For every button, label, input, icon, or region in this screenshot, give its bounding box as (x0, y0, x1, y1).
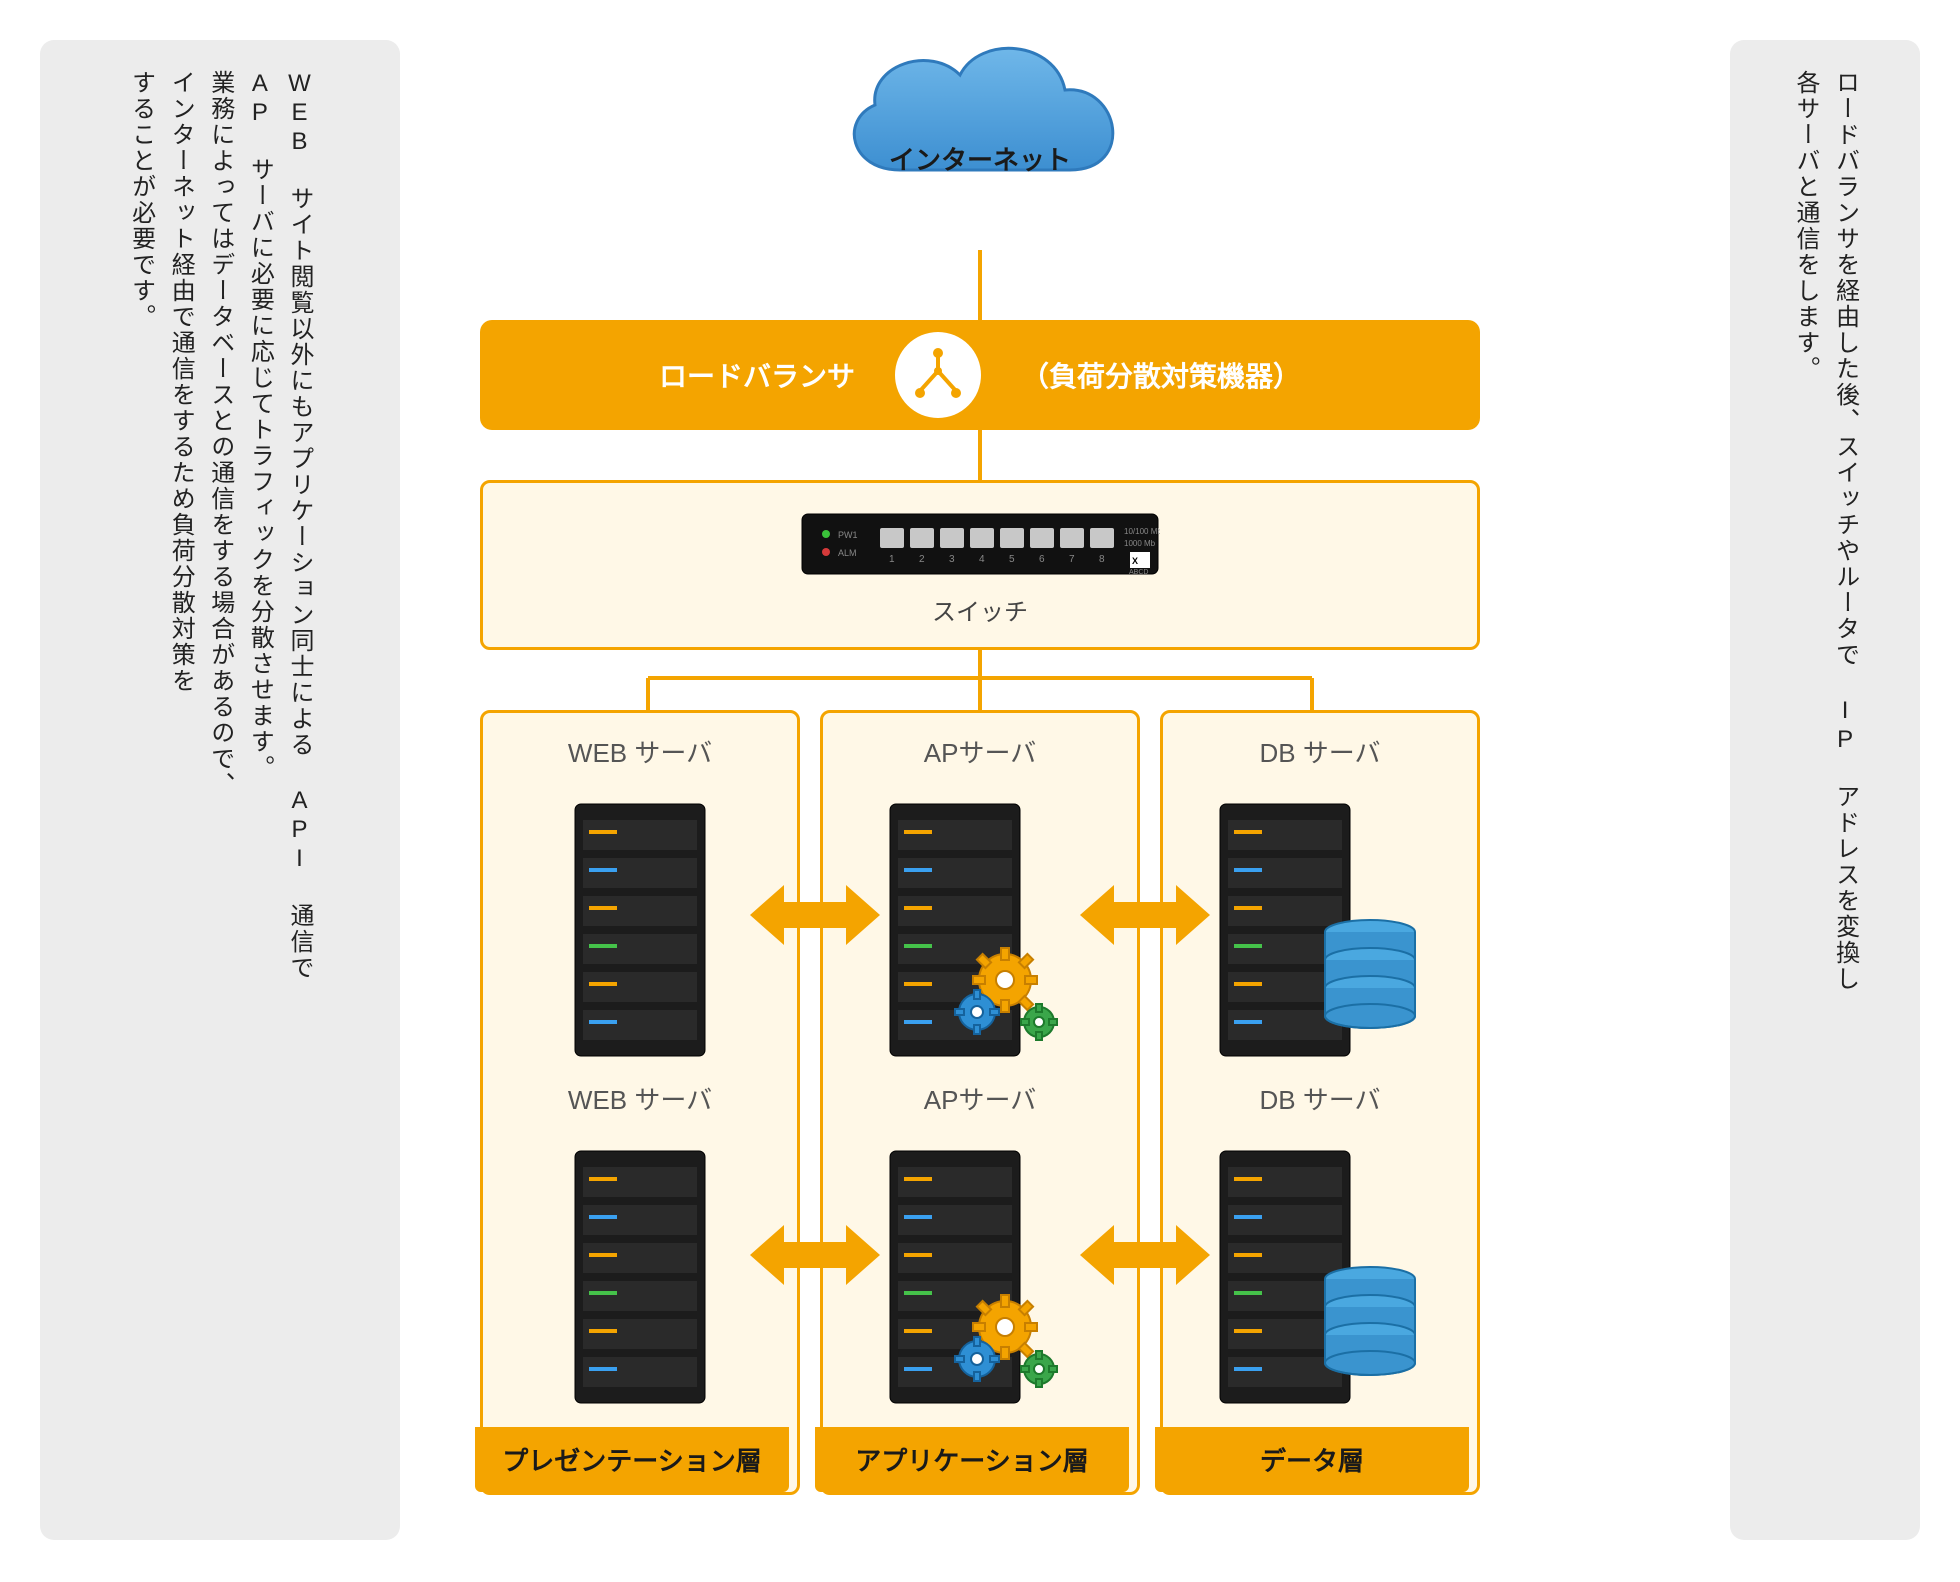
svg-text:8: 8 (1099, 554, 1105, 565)
db-server-label-1: DB サーバ (1259, 733, 1380, 770)
load-balancer-label-right: （負荷分散対策機器） (1021, 355, 1301, 395)
diagram: インターネット ロードバランサ （負荷分散対策機器） (480, 20, 1480, 1495)
annotation-left-line3: 業務によってはデータベースとの通信をする場合があるので、 (200, 70, 240, 1510)
connector-cloud-to-lb (978, 250, 982, 320)
tiers-row: WEB サーバ WEB サーバ プレゼンテーション層 (480, 710, 1480, 1495)
annotation-right-line1: ロードバランサを経由した後、スイッチやルータで IP アドレスを変換し (1825, 70, 1865, 1510)
svg-text:1: 1 (889, 554, 895, 565)
svg-text:10/100 Mb: 10/100 Mb (1124, 527, 1160, 536)
svg-text:3: 3 (949, 554, 955, 565)
switch-box: PW1 ALM 1 2 3 4 5 6 7 8 10/100 Mb 1000 M… (480, 480, 1480, 650)
annotation-left-line4: インターネット経由で通信をするため負荷分散対策を (161, 70, 201, 1510)
load-balancer-icon (895, 332, 981, 418)
svg-text:ALM: ALM (838, 548, 857, 558)
svg-text:5: 5 (1009, 554, 1015, 565)
svg-text:4: 4 (979, 554, 985, 565)
svg-text:2: 2 (919, 554, 925, 565)
web-server-label-2: WEB サーバ (568, 1080, 712, 1117)
annotation-left-line2: AP サーバに必要に応じてトラフィックを分散させます。 (240, 70, 280, 1510)
annotation-left-line5: することが必要です。 (121, 70, 161, 1510)
tier-presentation: WEB サーバ WEB サーバ プレゼンテーション層 (480, 710, 800, 1495)
svg-text:PW1: PW1 (838, 530, 858, 540)
server-rack-gears-icon (880, 1147, 1080, 1407)
switch-icon: PW1 ALM 1 2 3 4 5 6 7 8 10/100 Mb 1000 M… (800, 504, 1160, 584)
ap-server-label-2: APサーバ (924, 1080, 1036, 1117)
connector-switch-to-tiers (480, 650, 1480, 710)
tier-data-footer: データ層 (1155, 1427, 1469, 1492)
db-server-label-2: DB サーバ (1259, 1080, 1380, 1117)
tier-application: APサーバ (820, 710, 1140, 1495)
ap-server-label-1: APサーバ (924, 733, 1036, 770)
connector-lb-to-switch (978, 430, 982, 480)
server-rack-gears-icon (880, 800, 1080, 1060)
web-server-label-1: WEB サーバ (568, 733, 712, 770)
svg-text:1000 Mb: 1000 Mb (1124, 539, 1156, 548)
tier-data: DB サーバ (1160, 710, 1480, 1495)
annotation-left: WEB サイト閲覧以外にもアプリケーション同士による API 通信で AP サー… (40, 40, 400, 1540)
svg-text:6: 6 (1039, 554, 1045, 565)
svg-text:7: 7 (1069, 554, 1075, 565)
server-rack-icon (565, 1147, 715, 1407)
switch-label: スイッチ (932, 592, 1028, 627)
server-rack-db-icon (1210, 800, 1430, 1060)
tier-application-footer: アプリケーション層 (815, 1427, 1129, 1492)
load-balancer-bar: ロードバランサ （負荷分散対策機器） (480, 320, 1480, 430)
annotation-right-line2: 各サーバと通信をします。 (1785, 70, 1825, 1510)
tier-presentation-footer: プレゼンテーション層 (475, 1427, 789, 1492)
cloud-label: インターネット (480, 140, 1480, 177)
cloud-icon (820, 20, 1140, 220)
annotation-right: ロードバランサを経由した後、スイッチやルータで IP アドレスを変換し 各サーバ… (1730, 40, 1920, 1540)
svg-text:ABCD: ABCD (1129, 569, 1148, 576)
annotation-left-line1: WEB サイト閲覧以外にもアプリケーション同士による API 通信で (279, 70, 319, 1510)
server-rack-db-icon (1210, 1147, 1430, 1407)
server-rack-icon (565, 800, 715, 1060)
load-balancer-label-left: ロードバランサ (659, 355, 855, 395)
svg-text:X: X (1132, 556, 1138, 566)
cloud: インターネット (480, 20, 1480, 250)
